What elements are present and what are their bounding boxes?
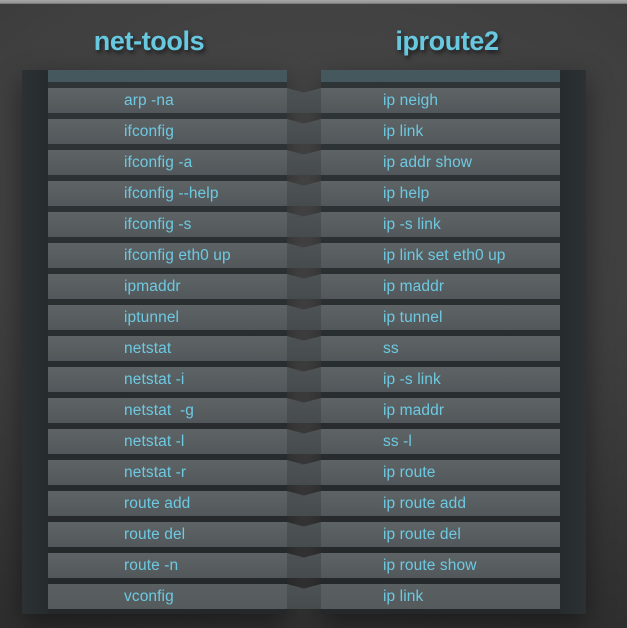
command-label: ip -s link (383, 215, 441, 233)
command-row[interactable]: ip link set eth0 up (287, 243, 560, 268)
panel-side-face (22, 70, 48, 614)
command-label: ip route add (383, 494, 467, 512)
command-row[interactable]: route add (48, 491, 321, 516)
command-row[interactable]: vconfig (48, 584, 321, 609)
command-label: ip maddr (383, 401, 445, 419)
command-label: ip -s link (383, 370, 441, 388)
command-label: ip neigh (383, 91, 439, 109)
command-row[interactable]: netstat (48, 336, 321, 361)
command-label: netstat -g (124, 401, 195, 419)
command-label: ifconfig --help (124, 184, 219, 202)
command-label: ipmaddr (124, 277, 181, 295)
command-label: ifconfig eth0 up (124, 246, 231, 264)
command-label: ip link set eth0 up (383, 246, 506, 264)
command-label: ip link (383, 122, 424, 140)
command-row[interactable]: iptunnel (48, 305, 321, 330)
command-label: ifconfig -s (124, 215, 192, 233)
command-label: ss -l (383, 432, 412, 450)
command-row[interactable]: ss (287, 336, 560, 361)
panel-iproute2: ip neigh ip link ip addr show ip help ip -s … (287, 70, 586, 614)
command-label: ip addr show (383, 153, 473, 171)
panel-net-tools: arp -na ifconfig ifconfig -a ifconfig --hel… (22, 70, 321, 614)
command-row[interactable]: ip -s link (287, 212, 560, 237)
command-label: ip route del (383, 525, 461, 543)
command-label: route -n (124, 556, 179, 574)
comparison-stage: net-tools iproute2 arp -na ifconfig ifconf… (0, 0, 627, 628)
command-label: ip link (383, 587, 424, 605)
command-list-iproute2: ip neigh ip link ip addr show ip help ip -s … (287, 82, 560, 614)
command-row[interactable]: ip maddr (287, 274, 560, 299)
command-row[interactable]: ip route show (287, 553, 560, 578)
panel-top-bevel (22, 70, 287, 82)
command-row[interactable]: ip tunnel (287, 305, 560, 330)
command-row[interactable]: netstat -l (48, 429, 321, 454)
command-label: ifconfig -a (124, 153, 193, 171)
command-row[interactable]: ip neigh (287, 88, 560, 113)
command-label: ifconfig (124, 122, 174, 140)
command-row[interactable]: ip addr show (287, 150, 560, 175)
top-accent-strip (0, 0, 627, 4)
command-row[interactable]: ip route del (287, 522, 560, 547)
panel-side-face (560, 70, 586, 614)
command-row[interactable]: ifconfig -a (48, 150, 321, 175)
command-row[interactable]: ifconfig eth0 up (48, 243, 321, 268)
command-label: netstat (124, 339, 172, 357)
panel-top-bevel (321, 70, 586, 82)
command-row[interactable]: ifconfig -s (48, 212, 321, 237)
command-row[interactable]: netstat -r (48, 460, 321, 485)
command-row[interactable]: ip link (287, 119, 560, 144)
command-row[interactable]: ipmaddr (48, 274, 321, 299)
command-row[interactable]: ip -s link (287, 367, 560, 392)
command-row[interactable]: ifconfig (48, 119, 321, 144)
column-heading-net-tools: net-tools (93, 26, 205, 56)
command-label: vconfig (124, 587, 174, 605)
command-row[interactable]: ip maddr (287, 398, 560, 423)
command-label: ip tunnel (383, 308, 443, 326)
command-row[interactable]: ip link (287, 584, 560, 609)
command-label: ip help (383, 184, 430, 202)
command-label: netstat -i (124, 370, 185, 388)
command-row[interactable]: ifconfig --help (48, 181, 321, 206)
command-row[interactable]: netstat -g (48, 398, 321, 423)
command-label: netstat -l (124, 432, 185, 450)
command-row[interactable]: ip help (287, 181, 560, 206)
command-list-net-tools: arp -na ifconfig ifconfig -a ifconfig --hel… (48, 82, 321, 614)
command-row[interactable]: route -n (48, 553, 321, 578)
command-label: ip route show (383, 556, 477, 574)
command-label: iptunnel (124, 308, 180, 326)
column-heading-iproute2: iproute2 (395, 26, 499, 56)
command-row[interactable]: netstat -i (48, 367, 321, 392)
command-label: route del (124, 525, 186, 543)
command-label: route add (124, 494, 191, 512)
command-label: ip maddr (383, 277, 445, 295)
command-row[interactable]: arp -na (48, 88, 321, 113)
command-row[interactable]: route del (48, 522, 321, 547)
command-label: ss (383, 339, 399, 357)
command-label: netstat -r (124, 463, 187, 481)
command-row[interactable]: ss -l (287, 429, 560, 454)
command-label: arp -na (124, 91, 174, 109)
command-row[interactable]: ip route (287, 460, 560, 485)
command-label: ip route (383, 463, 436, 481)
command-row[interactable]: ip route add (287, 491, 560, 516)
